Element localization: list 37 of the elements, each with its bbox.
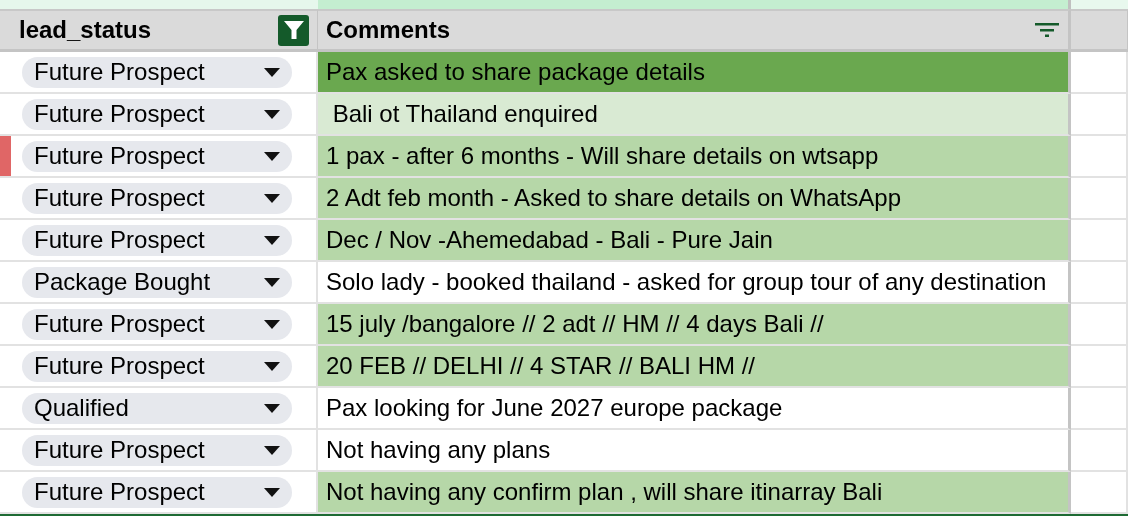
comment-cell: Pax asked to share package details <box>318 52 1071 94</box>
caret-icon <box>264 67 280 77</box>
caret-icon <box>264 109 280 119</box>
column-header: Comments <box>326 16 451 44</box>
status-dropdown[interactable]: Future Prospect <box>22 140 292 172</box>
comment-cell: Not having any confirm plan , will share itinarray Bali <box>318 472 1071 514</box>
filter-icon[interactable] <box>1035 23 1060 37</box>
status-dropdown[interactable]: Qualified <box>22 392 292 424</box>
comment-cell: 2 Adt feb month - Asked to share details on WhatsApp <box>318 178 1071 220</box>
status-dropdown[interactable]: Future Prospect <box>22 98 292 130</box>
status-dropdown[interactable]: Future Prospect <box>22 224 292 256</box>
status-dropdown[interactable]: Future Prospect <box>22 350 292 382</box>
status-dropdown[interactable]: Package Bought <box>22 266 292 298</box>
status-dropdown[interactable]: Future Prospect <box>22 182 292 214</box>
status-dropdown[interactable]: Future Prospect <box>22 434 292 466</box>
comment-cell: Dec / Nov -Ahemedabad - Bali - Pure Jain <box>318 220 1071 262</box>
caret-icon <box>264 445 280 455</box>
comment-cell: 20 FEB // DELHI // 4 STAR // BALI HM // <box>318 346 1071 388</box>
comment-cell: Pax looking for June 2027 europe package <box>318 388 1071 430</box>
comment-cell: 1 pax - after 6 months - Will share details on wtsapp <box>318 136 1071 178</box>
caret-icon <box>264 403 280 413</box>
filter-icon[interactable] <box>278 14 309 46</box>
caret-icon <box>264 361 280 371</box>
status-dropdown[interactable]: Future Prospect <box>22 56 292 88</box>
caret-icon <box>264 193 280 203</box>
status-dropdown[interactable]: Future Prospect <box>22 476 292 508</box>
comment-cell: 15 july /bangalore // 2 adt // HM // 4 days Bali // <box>318 304 1071 346</box>
caret-icon <box>264 277 280 287</box>
status-dropdown[interactable]: Future Prospect <box>22 308 292 340</box>
caret-icon <box>264 235 280 245</box>
comment-cell: Bali ot Thailand enquired <box>318 94 1071 136</box>
comment-cell: Solo lady - booked thailand - asked for group tour of any destination <box>318 262 1071 304</box>
caret-icon <box>264 319 280 329</box>
caret-icon <box>264 151 280 161</box>
comment-cell: Not having any plans <box>318 430 1071 472</box>
caret-icon <box>264 487 280 497</box>
column-header: lead_status <box>19 16 152 44</box>
